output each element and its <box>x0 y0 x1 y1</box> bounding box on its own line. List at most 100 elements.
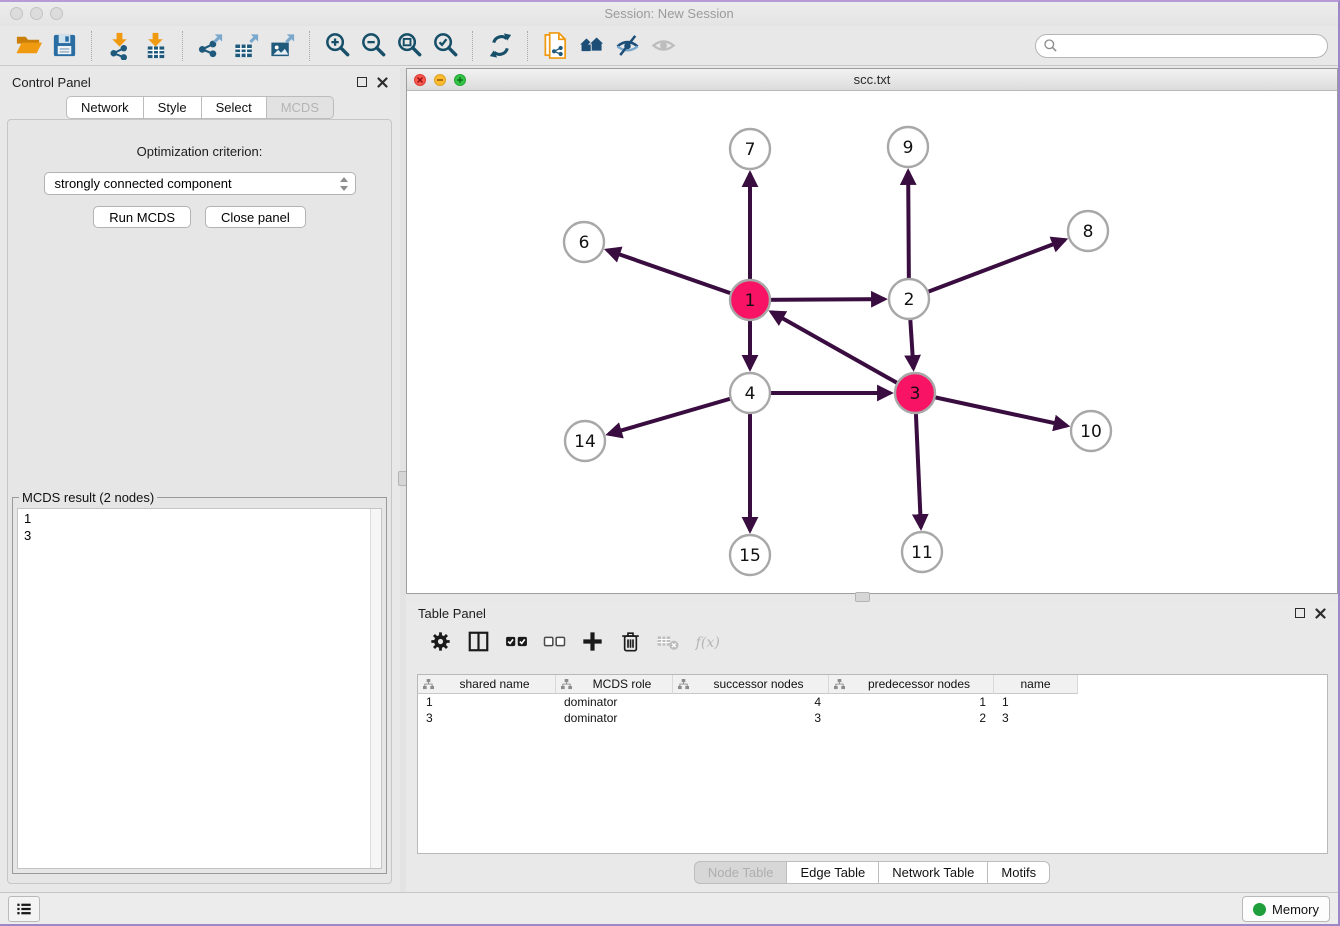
select-all-columns-icon[interactable] <box>503 628 530 655</box>
refresh-icon[interactable] <box>482 29 518 63</box>
column-header-name[interactable]: name <box>994 675 1078 694</box>
table-row[interactable]: 1dominator411 <box>418 694 1327 710</box>
task-history-button[interactable] <box>8 896 40 922</box>
save-session-icon[interactable] <box>46 29 82 63</box>
show-selected-icon[interactable] <box>645 29 681 63</box>
tab-network-table[interactable]: Network Table <box>879 861 988 884</box>
network-close-button[interactable] <box>414 74 426 86</box>
graph-node-10[interactable]: 10 <box>1071 411 1111 451</box>
control-panel-float-button[interactable] <box>357 77 367 87</box>
tab-network[interactable]: Network <box>66 96 144 119</box>
graph-node-1[interactable]: 1 <box>730 280 770 320</box>
import-table-icon[interactable] <box>137 29 173 63</box>
graph-node-11[interactable]: 11 <box>902 532 942 572</box>
table-cell[interactable]: 2 <box>829 710 994 726</box>
maximize-window-button[interactable] <box>50 7 63 20</box>
close-panel-button[interactable]: Close panel <box>205 206 306 228</box>
zoom-out-icon[interactable] <box>355 29 391 63</box>
window-titlebar: Session: New Session <box>0 2 1338 26</box>
control-panel-close-icon[interactable] <box>377 77 388 88</box>
search-icon <box>1043 38 1058 53</box>
zoom-selected-icon[interactable] <box>427 29 463 63</box>
horizontal-splitter[interactable] <box>406 594 1338 602</box>
window-title: Session: New Session <box>0 2 1338 26</box>
network-canvas-svg[interactable]: 7 9 6 8 1 2 4 3 14 10 15 11 <box>407 91 1339 594</box>
table-cell[interactable]: 3 <box>994 710 1078 726</box>
application-window: Session: New Session Control Panel Netwo… <box>0 0 1340 926</box>
close-window-button[interactable] <box>10 7 23 20</box>
graph-node-7[interactable]: 7 <box>730 129 770 169</box>
tab-motifs[interactable]: Motifs <box>988 861 1050 884</box>
graph-node-15[interactable]: 15 <box>730 535 770 575</box>
open-session-icon[interactable] <box>10 29 46 63</box>
mcds-result-text[interactable]: 13 <box>17 508 382 869</box>
edge-1-6[interactable] <box>607 250 750 300</box>
export-network-icon[interactable] <box>192 29 228 63</box>
edge-3-10[interactable] <box>915 393 1067 426</box>
table-cell[interactable]: 3 <box>418 710 556 726</box>
zoom-in-icon[interactable] <box>319 29 355 63</box>
memory-button[interactable]: Memory <box>1242 896 1330 922</box>
table-cell[interactable]: 1 <box>994 694 1078 710</box>
edge-2-8[interactable] <box>909 240 1065 299</box>
tab-edge-table[interactable]: Edge Table <box>787 861 879 884</box>
home-icon[interactable] <box>573 29 609 63</box>
close-glyph-icon <box>416 76 424 84</box>
edge-3-1[interactable] <box>771 312 915 393</box>
graph-node-2[interactable]: 2 <box>889 279 929 319</box>
criterion-select-value: strongly connected component <box>55 176 339 191</box>
table-panel-float-button[interactable] <box>1295 608 1305 618</box>
network-minimize-button[interactable] <box>434 74 446 86</box>
node-label-11: 11 <box>911 543 933 563</box>
control-panel: Control Panel NetworkStyleSelectMCDS Opt… <box>0 68 400 892</box>
table-cell[interactable]: 4 <box>673 694 829 710</box>
result-scrollbar[interactable] <box>370 509 381 868</box>
node-label-3: 3 <box>910 384 921 404</box>
hide-selected-icon[interactable] <box>609 29 645 63</box>
export-table-icon[interactable] <box>228 29 264 63</box>
graph-node-4[interactable]: 4 <box>730 373 770 413</box>
network-zoom-button[interactable] <box>454 74 466 86</box>
table-cell[interactable]: 1 <box>418 694 556 710</box>
table-cell[interactable]: 3 <box>673 710 829 726</box>
export-image-icon[interactable] <box>264 29 300 63</box>
network-canvas[interactable]: 7 9 6 8 1 2 4 3 14 10 15 11 <box>407 91 1337 593</box>
criterion-select[interactable]: strongly connected component <box>44 172 356 195</box>
deselect-all-columns-icon[interactable] <box>541 628 568 655</box>
toolbar-separator <box>182 31 183 61</box>
table-cell[interactable]: 1 <box>829 694 994 710</box>
graph-node-9[interactable]: 9 <box>888 127 928 167</box>
run-mcds-button[interactable]: Run MCDS <box>93 206 191 228</box>
column-header-predecessor-nodes[interactable]: predecessor nodes <box>829 675 994 694</box>
tab-select[interactable]: Select <box>202 96 267 119</box>
delete-entry-icon[interactable] <box>617 628 644 655</box>
search-box[interactable] <box>1035 34 1328 58</box>
table-panel-close-icon[interactable] <box>1315 608 1326 619</box>
tab-mcds[interactable]: MCDS <box>267 96 334 119</box>
tab-style[interactable]: Style <box>144 96 202 119</box>
table-settings-icon[interactable] <box>427 628 454 655</box>
add-entry-icon[interactable] <box>579 628 606 655</box>
zoom-glyph-icon <box>456 76 464 84</box>
column-header-shared-name[interactable]: shared name <box>418 675 556 694</box>
column-header-MCDS-role[interactable]: MCDS role <box>556 675 673 694</box>
graph-node-6[interactable]: 6 <box>564 222 604 262</box>
graph-node-14[interactable]: 14 <box>565 421 605 461</box>
import-network-icon[interactable] <box>101 29 137 63</box>
minimize-window-button[interactable] <box>30 7 43 20</box>
graph-node-3[interactable]: 3 <box>895 373 935 413</box>
table-cell[interactable]: dominator <box>556 694 673 710</box>
node-label-7: 7 <box>745 140 756 160</box>
column-layout-icon[interactable] <box>465 628 492 655</box>
network-file-icon[interactable] <box>537 29 573 63</box>
graph-node-8[interactable]: 8 <box>1068 211 1108 251</box>
table-cell[interactable]: dominator <box>556 710 673 726</box>
node-label-6: 6 <box>579 233 590 253</box>
horizontal-splitter-grip[interactable] <box>855 592 870 602</box>
zoom-fit-icon[interactable] <box>391 29 427 63</box>
column-header-successor-nodes[interactable]: successor nodes <box>673 675 829 694</box>
table-row[interactable]: 3dominator323 <box>418 710 1327 726</box>
tab-node-table[interactable]: Node Table <box>694 861 788 884</box>
edge-4-14[interactable] <box>609 393 750 434</box>
search-input[interactable] <box>1058 36 1327 56</box>
